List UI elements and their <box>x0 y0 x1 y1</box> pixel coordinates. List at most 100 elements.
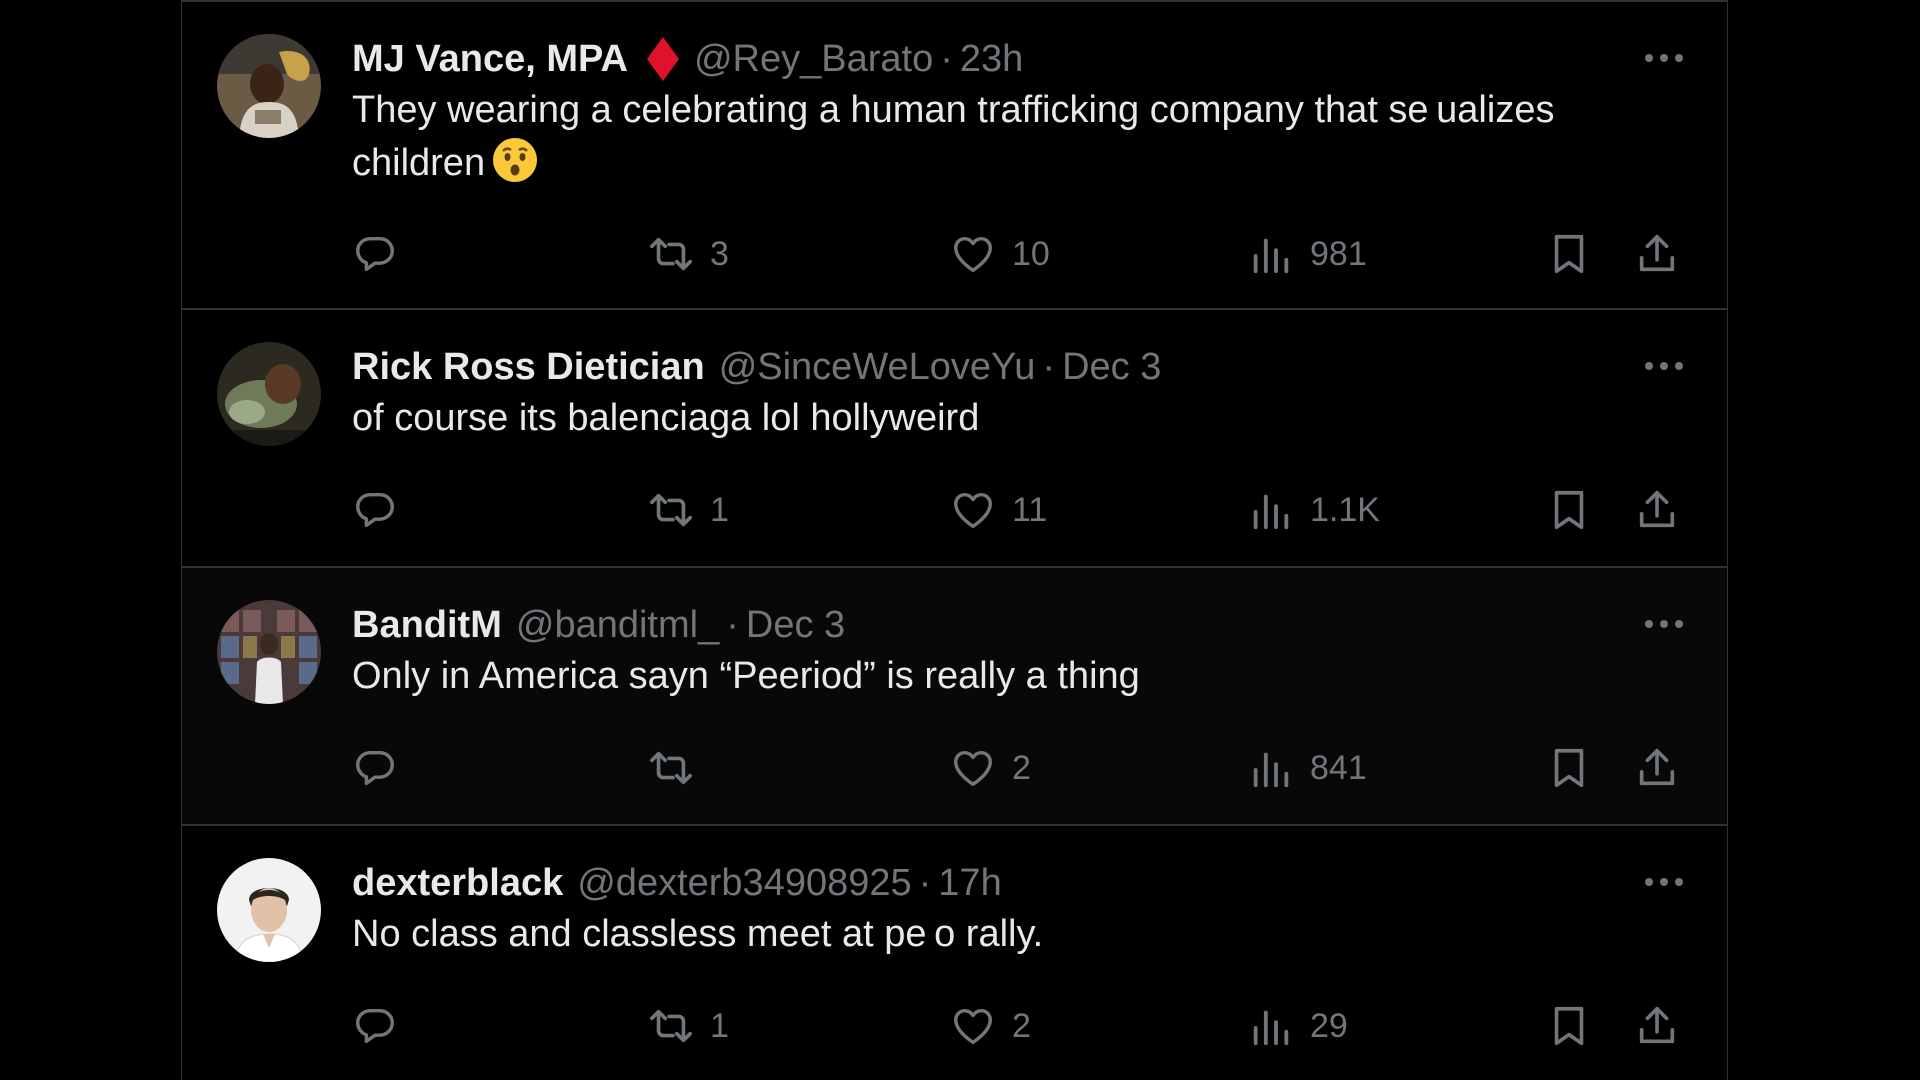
heart-icon <box>954 492 992 529</box>
views-button[interactable]: 841 <box>1248 742 1367 794</box>
retweet-button[interactable]: 1 <box>648 1000 729 1052</box>
view-count: 981 <box>1310 234 1367 273</box>
avatar[interactable] <box>217 600 321 704</box>
more-options-button[interactable] <box>1641 346 1687 386</box>
reply-button[interactable] <box>352 228 414 280</box>
bookmark-button[interactable] <box>1546 742 1592 794</box>
views-button[interactable]: 1.1K <box>1248 484 1380 536</box>
retweet-count: 1 <box>710 490 729 529</box>
avatar[interactable] <box>217 342 321 446</box>
display-name[interactable]: Rick Ross Dietician <box>352 342 705 392</box>
hushed-face-emoji <box>493 138 538 182</box>
like-count: 2 <box>1012 748 1031 787</box>
like-count: 10 <box>1012 234 1050 273</box>
share-icon <box>1639 490 1675 528</box>
bookmark-icon <box>1554 234 1584 274</box>
share-button[interactable] <box>1634 484 1680 536</box>
more-options-button[interactable] <box>1641 862 1687 902</box>
tweet-header: dexterblack @dexterb34908925 · 17h <box>352 858 1002 908</box>
share-button[interactable] <box>1634 742 1680 794</box>
avatar[interactable] <box>217 34 321 138</box>
retweet-count: 3 <box>710 234 729 273</box>
tweet-text: No class and classless meet at pe o rall… <box>352 913 1044 955</box>
retweet-count: 1 <box>710 1006 729 1045</box>
share-icon <box>1639 234 1675 272</box>
retweet-button[interactable] <box>648 742 710 794</box>
tweet[interactable]: MJ Vance, MPA @Rey_Barato · 23h They wea… <box>182 2 1727 310</box>
tweet-actions: 1 11 1.1K <box>352 484 1687 536</box>
retweet-button[interactable]: 1 <box>648 484 729 536</box>
tweet-text: They wearing a celebrating a human traff… <box>352 84 1652 189</box>
reply-icon <box>356 236 394 272</box>
username[interactable]: @SinceWeLoveYu <box>719 342 1036 392</box>
bookmark-button[interactable] <box>1546 484 1592 536</box>
heart-icon <box>954 1008 992 1045</box>
bookmark-button[interactable] <box>1546 1000 1592 1052</box>
heart-icon <box>954 236 992 273</box>
username[interactable]: @Rey_Barato <box>694 34 933 84</box>
share-icon <box>1639 1006 1675 1044</box>
share-button[interactable] <box>1634 1000 1680 1052</box>
display-name[interactable]: MJ Vance, MPA <box>352 34 628 84</box>
heart-icon <box>954 750 992 787</box>
avatar[interactable] <box>217 858 321 962</box>
more-options-button[interactable] <box>1641 38 1687 78</box>
reply-button[interactable] <box>352 742 414 794</box>
reply-icon <box>356 750 394 786</box>
username[interactable]: @banditml_ <box>516 600 719 650</box>
bookmark-icon <box>1554 748 1584 788</box>
tweet-header: MJ Vance, MPA @Rey_Barato · 23h <box>352 34 1023 84</box>
timestamp[interactable]: 17h <box>938 858 1001 908</box>
more-options-button[interactable] <box>1641 604 1687 644</box>
tweet-text: of course its balenciaga lol hollyweird <box>352 397 980 439</box>
separator: · <box>918 862 932 904</box>
display-name[interactable]: dexterblack <box>352 858 563 908</box>
reply-button[interactable] <box>352 1000 414 1052</box>
retweet-icon <box>650 237 692 271</box>
separator: · <box>940 38 953 80</box>
retweet-button[interactable]: 3 <box>648 228 729 280</box>
tweet[interactable]: Rick Ross Dietician @SinceWeLoveYu · Dec… <box>182 310 1727 568</box>
views-button[interactable]: 29 <box>1248 1000 1348 1052</box>
views-button[interactable]: 981 <box>1248 228 1367 280</box>
tweet[interactable]: dexterblack @dexterb34908925 · 17h No cl… <box>182 826 1727 1080</box>
like-count: 11 <box>1012 490 1048 529</box>
tweet-header: BanditM @banditml_ · Dec 3 <box>352 600 845 650</box>
like-button[interactable]: 2 <box>950 1000 1031 1052</box>
reply-icon <box>356 1008 394 1044</box>
screen: MJ Vance, MPA @Rey_Barato · 23h They wea… <box>0 0 1920 1080</box>
more-icon <box>1645 878 1683 886</box>
display-name[interactable]: BanditM <box>352 600 502 650</box>
username[interactable]: @dexterb34908925 <box>577 858 911 908</box>
tweet-actions: 2 841 <box>352 742 1687 794</box>
views-chart-icon <box>1253 494 1289 530</box>
view-count: 841 <box>1310 748 1367 787</box>
separator: · <box>726 604 739 646</box>
like-button[interactable]: 10 <box>950 228 1050 280</box>
red-diamond-icon <box>646 37 679 81</box>
bookmark-icon <box>1554 490 1584 530</box>
view-count: 29 <box>1310 1006 1348 1045</box>
timestamp[interactable]: Dec 3 <box>746 600 845 650</box>
tweet[interactable]: BanditM @banditml_ · Dec 3 Only in Ameri… <box>182 568 1727 826</box>
like-button[interactable]: 11 <box>950 484 1047 536</box>
timestamp[interactable]: 23h <box>960 34 1023 84</box>
tweet-actions: 1 2 29 <box>352 1000 1687 1052</box>
retweet-icon <box>650 1009 692 1043</box>
retweet-icon <box>650 751 692 785</box>
timestamp[interactable]: Dec 3 <box>1062 342 1161 392</box>
tweet-actions: 3 10 981 <box>352 228 1687 280</box>
like-button[interactable]: 2 <box>950 742 1031 794</box>
view-count: 1.1K <box>1310 490 1380 529</box>
share-button[interactable] <box>1634 228 1680 280</box>
views-chart-icon <box>1253 752 1289 788</box>
bookmark-icon <box>1554 1006 1584 1046</box>
bookmark-button[interactable] <box>1546 228 1592 280</box>
tweet-text: Only in America sayn “Peeriod” is really… <box>352 655 1140 697</box>
like-count: 2 <box>1012 1006 1031 1045</box>
views-chart-icon <box>1253 1010 1289 1046</box>
reply-icon <box>356 492 394 528</box>
more-icon <box>1645 362 1683 370</box>
tweet-header: Rick Ross Dietician @SinceWeLoveYu · Dec… <box>352 342 1161 392</box>
reply-button[interactable] <box>352 484 414 536</box>
